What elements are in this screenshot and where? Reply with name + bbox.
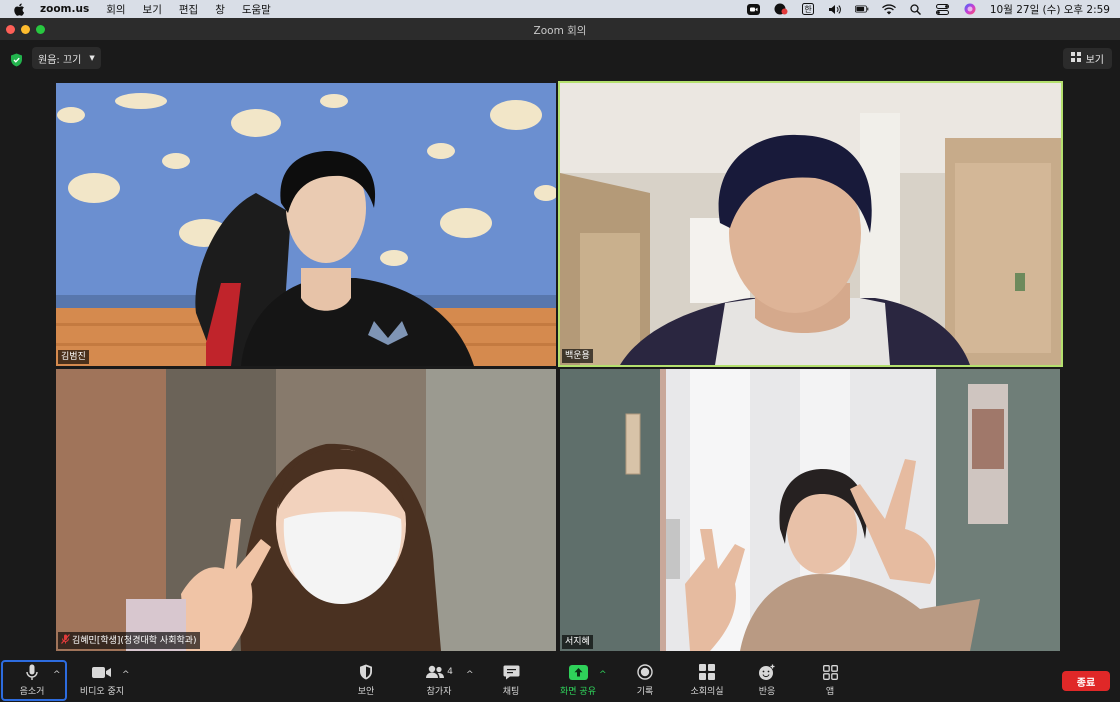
- participant-name-tag: 김혜민[학생](청경대학 사회학과): [58, 632, 200, 649]
- dropdown-caret-icon: ▼: [89, 54, 95, 62]
- menu-help[interactable]: 도움말: [242, 2, 271, 17]
- apple-icon[interactable]: [12, 2, 26, 16]
- mute-label: 음소거: [19, 687, 45, 697]
- participant-name-tag: 서지혜: [562, 635, 593, 649]
- meeting-toolbar: 음소거 ^ 비디오 중지 ^ 보안 4 참가자 ^ 채팅 화면 공유 ^ 기록 …: [0, 658, 1120, 702]
- record-label: 기록: [636, 687, 654, 697]
- participant-name: 김혜민[학생](청경대학 사회학과): [72, 635, 197, 646]
- share-screen-label: 화면 공유: [560, 687, 596, 697]
- participant-name: 서지혜: [565, 637, 590, 647]
- wifi-icon[interactable]: [881, 3, 896, 15]
- video-feed-image: [56, 83, 556, 366]
- mute-button[interactable]: 음소거: [14, 658, 50, 702]
- participant-video-tile-active-speaker[interactable]: 백운용: [558, 81, 1063, 367]
- chat-button[interactable]: 채팅: [497, 658, 525, 702]
- participants-icon: 4: [425, 663, 453, 681]
- chat-label: 채팅: [502, 687, 520, 697]
- record-button[interactable]: 기록: [632, 658, 658, 702]
- participant-name-tag: 김범진: [58, 350, 89, 364]
- participant-video-tile[interactable]: 서지혜: [560, 369, 1060, 651]
- menu-view[interactable]: 보기: [143, 2, 162, 17]
- share-screen-button[interactable]: 화면 공유: [557, 658, 599, 702]
- volume-icon[interactable]: [828, 3, 842, 15]
- meeting-topbar: 원음: 끄기 ▼ 보기: [0, 42, 1120, 76]
- view-label: 보기: [1085, 55, 1104, 66]
- grid-view-icon: [1070, 52, 1081, 65]
- muted-mic-icon: [61, 634, 70, 647]
- video-feed-image: [560, 369, 1060, 651]
- menu-window[interactable]: 창: [215, 2, 225, 17]
- reactions-smiley-icon: [758, 663, 776, 681]
- video-feed-image: [56, 369, 556, 651]
- breakout-rooms-icon: [699, 663, 715, 681]
- breakout-rooms-button[interactable]: 소회의실: [687, 658, 727, 702]
- stop-video-label: 비디오 중지: [79, 687, 125, 697]
- apps-icon: [822, 663, 838, 681]
- participants-button[interactable]: 4 참가자: [422, 658, 456, 702]
- record-tray-icon[interactable]: [774, 3, 788, 15]
- participant-name: 김범진: [61, 352, 86, 362]
- video-camera-icon: [92, 663, 112, 681]
- video-feed-image: [560, 83, 1061, 365]
- participant-name-tag: 백운용: [562, 349, 593, 363]
- participant-video-tile[interactable]: 김범진: [56, 83, 556, 366]
- participants-options-caret-icon[interactable]: ^: [466, 670, 474, 680]
- input-source-icon[interactable]: 한: [801, 3, 815, 15]
- window-title: Zoom 회의: [533, 25, 587, 37]
- audio-options-caret-icon[interactable]: ^: [53, 670, 61, 680]
- apps-button[interactable]: 앱: [820, 658, 840, 702]
- participant-name: 백운용: [565, 351, 590, 361]
- original-sound-label: 원음: 끄기: [38, 54, 82, 66]
- siri-icon[interactable]: [963, 3, 977, 15]
- security-shield-icon: [359, 663, 373, 681]
- menu-meeting[interactable]: 회의: [106, 2, 125, 17]
- apps-label: 앱: [825, 687, 835, 697]
- end-meeting-label: 종료: [1076, 677, 1096, 689]
- share-screen-icon: [568, 663, 588, 681]
- spotlight-search-icon[interactable]: [909, 3, 923, 15]
- original-sound-toggle[interactable]: 원음: 끄기 ▼: [32, 47, 101, 69]
- participants-label: 참가자: [426, 687, 452, 697]
- menu-edit[interactable]: 편집: [179, 2, 198, 17]
- chat-bubble-icon: [503, 663, 520, 681]
- battery-icon[interactable]: [854, 3, 869, 15]
- participants-count: 4: [447, 667, 453, 677]
- security-button[interactable]: 보안: [350, 658, 382, 702]
- share-options-caret-icon[interactable]: ^: [599, 670, 607, 680]
- menu-app-name[interactable]: zoom.us: [40, 3, 89, 15]
- window-titlebar: Zoom 회의: [0, 18, 1120, 41]
- participant-video-tile[interactable]: 김혜민[학생](청경대학 사회학과): [56, 369, 556, 651]
- control-center-icon[interactable]: [936, 3, 950, 15]
- breakout-rooms-label: 소회의실: [690, 687, 724, 697]
- microphone-icon: [26, 663, 38, 681]
- view-button[interactable]: 보기: [1062, 48, 1112, 69]
- menubar-datetime[interactable]: 10월 27일 (수) 오후 2:59: [990, 2, 1110, 17]
- security-label: 보안: [357, 687, 375, 697]
- video-options-caret-icon[interactable]: ^: [122, 670, 130, 680]
- encryption-shield-icon[interactable]: [10, 52, 23, 67]
- reactions-button[interactable]: 반응: [754, 658, 780, 702]
- stop-video-button[interactable]: 비디오 중지: [78, 658, 126, 702]
- end-meeting-button[interactable]: 종료: [1062, 671, 1110, 691]
- reactions-label: 반응: [758, 687, 776, 697]
- mac-menubar: zoom.us 회의 보기 편집 창 도움말 한 10월 27일 (수) 오후 …: [0, 0, 1120, 18]
- zoom-tray-icon[interactable]: [747, 3, 761, 15]
- svg-text:한: 한: [804, 5, 812, 14]
- record-icon: [637, 663, 653, 681]
